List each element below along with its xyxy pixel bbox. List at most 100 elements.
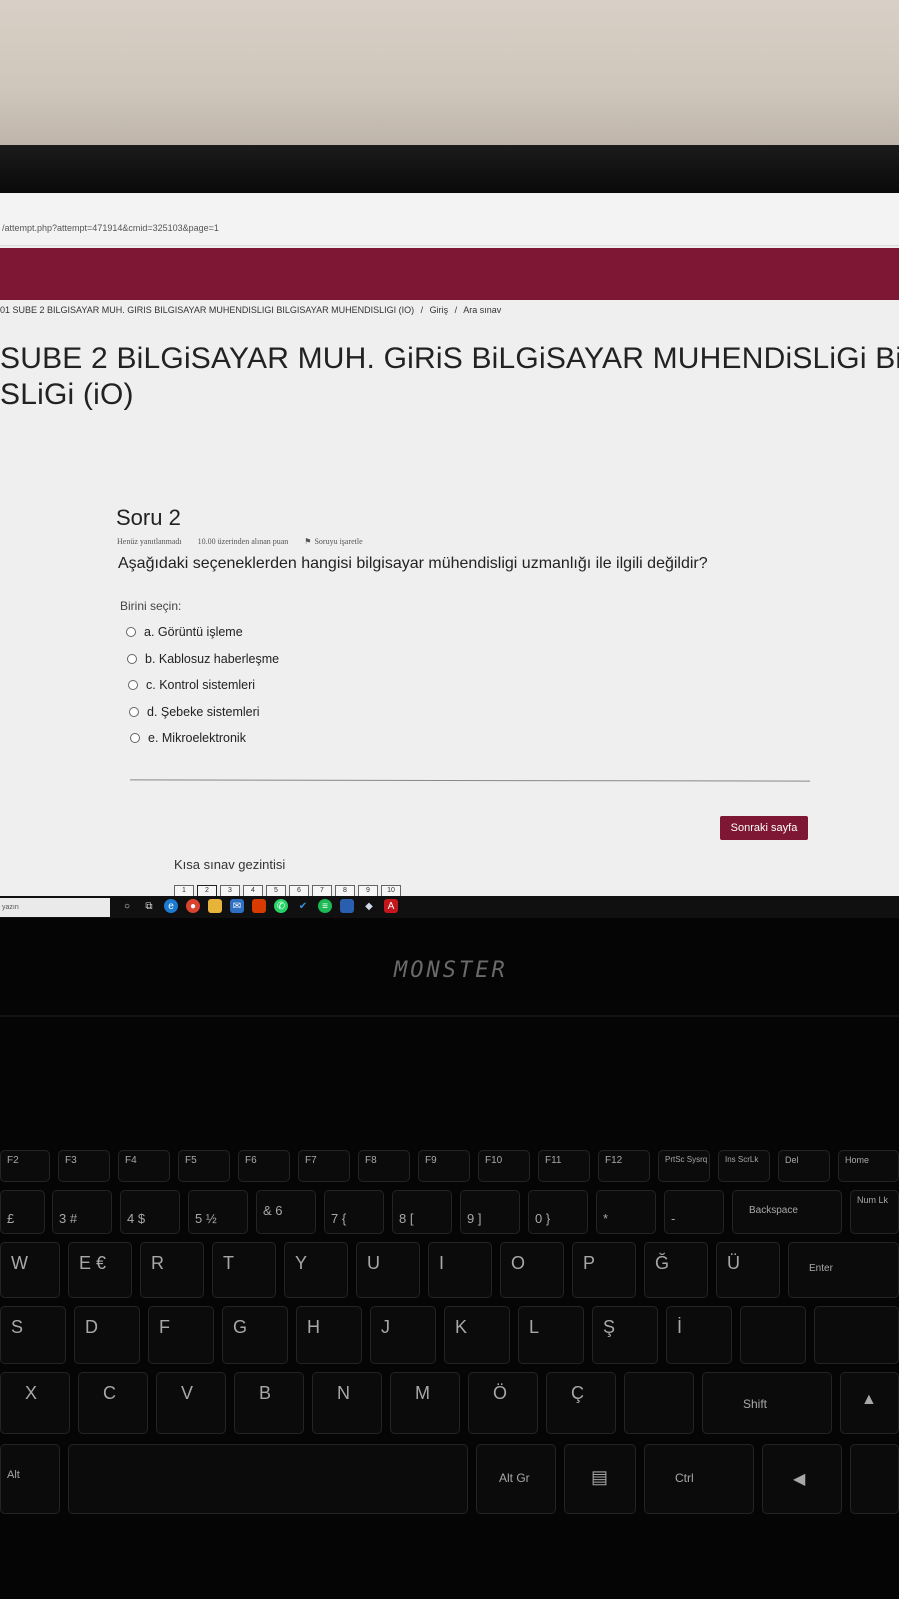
breadcrumb-giris[interactable]: Giriş — [430, 305, 449, 315]
answer-option-label[interactable]: e. Mikroelektronik — [148, 731, 246, 745]
acrobat-icon[interactable]: A — [384, 899, 398, 913]
key-prtsc: PrtSc Sysrq — [658, 1150, 710, 1182]
browser-address-bar[interactable]: /attempt.php?attempt=471914&cmid=325103&… — [0, 193, 899, 246]
edge-icon[interactable]: e — [164, 899, 178, 913]
key-label: * — [603, 1211, 609, 1226]
key-i-dot: İ — [666, 1306, 732, 1364]
key-label: Enter — [809, 1263, 833, 1274]
3d-box-icon[interactable]: ◆ — [362, 899, 376, 913]
answer-option-label[interactable]: b. Kablosuz haberleşme — [145, 652, 279, 666]
key-m: M — [390, 1372, 460, 1434]
key-label: £ — [7, 1211, 15, 1226]
radio-button[interactable] — [127, 653, 137, 664]
key-j: J — [370, 1306, 436, 1364]
key-label: 4 $ — [127, 1211, 146, 1226]
key-label: Home — [845, 1155, 870, 1165]
key-p: P — [572, 1242, 636, 1298]
breadcrumb-ara-sinav[interactable]: Ara sınav — [463, 305, 501, 315]
wall-background — [0, 0, 899, 150]
key-down-arrow — [850, 1444, 899, 1514]
key-label: F5 — [185, 1155, 197, 1166]
key-label: F11 — [545, 1155, 562, 1166]
key-f4: F4 — [118, 1150, 170, 1182]
breadcrumb-separator: / — [454, 305, 458, 315]
key-label: K — [455, 1317, 468, 1337]
key-d: D — [74, 1306, 140, 1364]
next-page-button[interactable]: Sonraki sayfa — [720, 816, 808, 840]
taskbar-search[interactable]: yazın — [0, 898, 110, 917]
key-o: O — [500, 1242, 564, 1298]
left-arrow-icon: ◀ — [793, 1471, 806, 1488]
key-v: V — [156, 1372, 226, 1434]
key-label: J — [381, 1317, 390, 1337]
key-f7: F7 — [298, 1150, 350, 1182]
todo-icon[interactable]: ✔ — [296, 899, 310, 913]
question-points: 10.00 üzerinden alınan puan — [197, 537, 289, 546]
key-label: - — [671, 1211, 676, 1226]
key-label: B — [259, 1383, 272, 1403]
quiz-navigation-title: Kısa sınav gezintisi — [174, 857, 286, 872]
answer-option-label[interactable]: c. Kontrol sistemleri — [146, 678, 255, 692]
question-info: Henüz yanıtlanmadı 10.00 üzerinden alına… — [117, 537, 377, 546]
calculator-icon[interactable] — [340, 899, 354, 913]
key-0: 0 } — [528, 1190, 588, 1234]
flag-question-link[interactable]: ⚑ Soruyu işaretle — [304, 537, 362, 546]
keyboard-edge — [0, 1015, 899, 1017]
file-explorer-icon[interactable] — [208, 899, 222, 913]
breadcrumb-course[interactable]: 01 SUBE 2 BILGISAYAR MUH. GIRIS BILGISAY… — [0, 305, 414, 315]
radio-button[interactable] — [129, 706, 139, 717]
key-alt-gr: Alt Gr — [476, 1444, 556, 1514]
key-asterisk: * — [596, 1190, 656, 1234]
key-label: Ş — [603, 1317, 616, 1337]
key-label: F12 — [605, 1155, 623, 1166]
key-label: N — [337, 1383, 350, 1403]
url-text[interactable]: /attempt.php?attempt=471914&cmid=325103&… — [2, 223, 219, 233]
key-s: S — [0, 1306, 66, 1364]
key-g: G — [222, 1306, 288, 1364]
key-label: I — [439, 1253, 445, 1273]
key-right-shift: Shift — [702, 1372, 832, 1434]
office-icon[interactable] — [252, 899, 266, 913]
laptop-bezel — [0, 145, 899, 193]
key-f5: F5 — [178, 1150, 230, 1182]
chrome-icon[interactable]: ● — [186, 899, 200, 913]
answer-option-e[interactable]: e. Mikroelektronik — [130, 725, 279, 752]
answer-option-a[interactable]: a. Görüntü işleme — [126, 619, 279, 646]
key-numlock: Num Lk — [850, 1190, 899, 1234]
mail-icon[interactable]: ✉ — [230, 899, 244, 913]
whatsapp-icon[interactable]: ✆ — [274, 899, 288, 913]
answer-option-b[interactable]: b. Kablosuz haberleşme — [127, 646, 279, 673]
answer-option-c[interactable]: c. Kontrol sistemleri — [128, 672, 279, 699]
key-c-cedilla: Ç — [546, 1372, 616, 1434]
answer-option-label[interactable]: a. Görüntü işleme — [144, 625, 243, 639]
key-label: & 6 — [263, 1203, 283, 1218]
key-label: Shift — [743, 1397, 768, 1411]
key-label: Ins ScrLk — [725, 1155, 759, 1164]
key-period — [624, 1372, 694, 1434]
key-f9: F9 — [418, 1150, 470, 1182]
key-home: Home — [838, 1150, 899, 1182]
key-f10: F10 — [478, 1150, 530, 1182]
cortana-icon[interactable]: ○ — [120, 899, 134, 913]
question-text: Aşağıdaki seçeneklerden hangisi bilgisay… — [118, 555, 708, 572]
key-y: Y — [284, 1242, 348, 1298]
key-label: Alt — [7, 1469, 20, 1481]
task-view-icon[interactable]: ⧉ — [142, 899, 156, 913]
radio-button[interactable] — [128, 680, 138, 691]
flag-label: Soruyu işaretle — [314, 537, 363, 546]
key-label: P — [583, 1253, 596, 1273]
key-f11: F11 — [538, 1150, 590, 1182]
radio-button[interactable] — [130, 733, 140, 744]
key-label: 7 { — [331, 1211, 347, 1226]
answer-options: a. Görüntü işleme b. Kablosuz haberleşme… — [126, 619, 279, 752]
key-left-arrow: ◀ — [762, 1444, 842, 1514]
key-o-umlaut: Ö — [468, 1372, 538, 1434]
key-minus: - — [664, 1190, 724, 1234]
answer-option-label[interactable]: d. Şebeke sistemleri — [147, 705, 260, 719]
menu-key-icon: ▤ — [591, 1467, 609, 1487]
key-label: T — [223, 1253, 234, 1273]
spotify-icon[interactable]: ≡ — [318, 899, 332, 913]
answer-option-d[interactable]: d. Şebeke sistemleri — [129, 699, 279, 726]
radio-button[interactable] — [126, 627, 136, 638]
page-title-line1: SUBE 2 BiLGiSAYAR MUH. GiRiS BiLGiSAYAR … — [0, 342, 899, 375]
